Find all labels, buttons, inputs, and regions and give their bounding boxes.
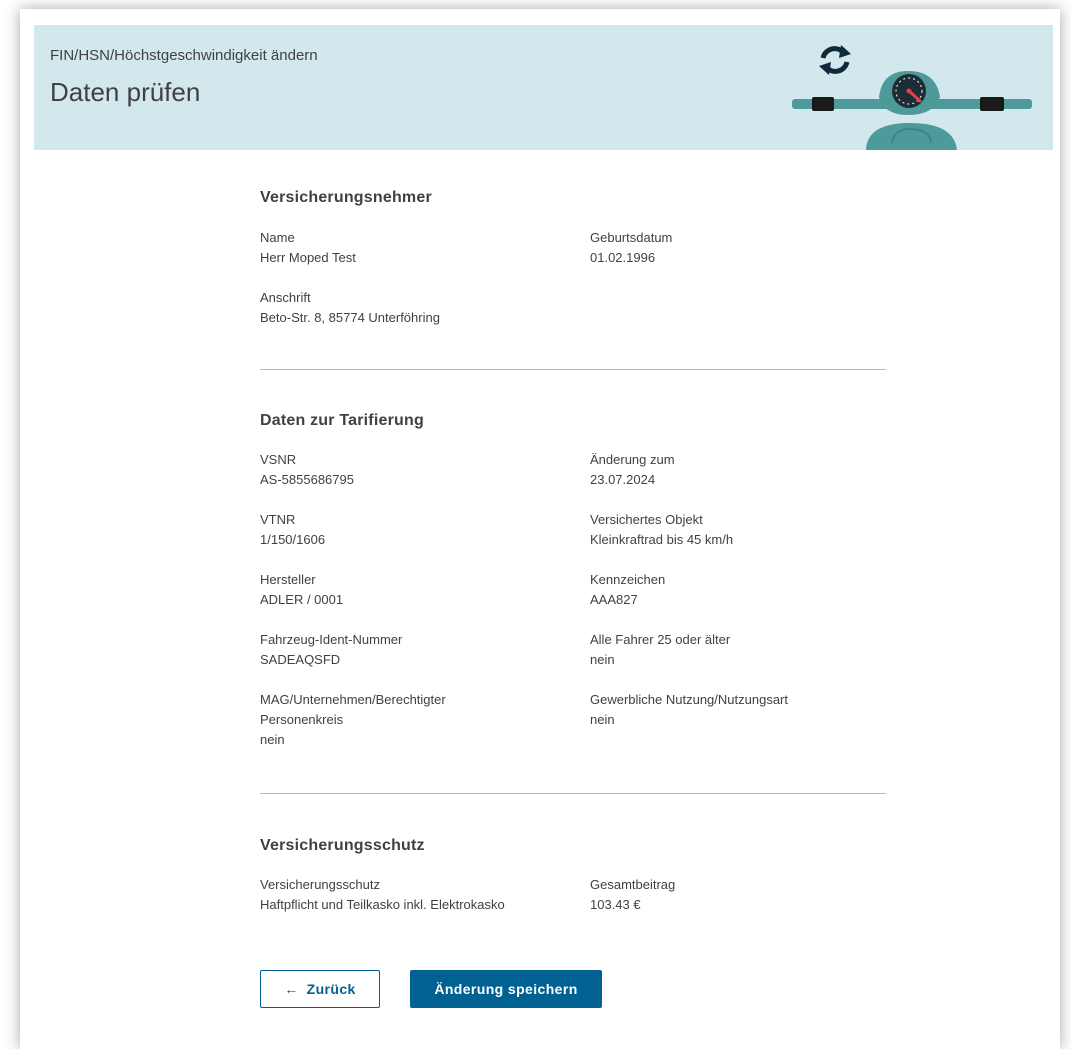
field-value: ADLER / 0001	[260, 592, 344, 607]
field-value: AAA827	[590, 592, 638, 607]
tariff-section-title: Daten zur Tarifierung	[260, 412, 424, 429]
page-card: FIN/HSN/Höchstgeschwindigkeit ändern Dat…	[20, 9, 1060, 1049]
field-vsnr: VSNR AS-5855686795	[260, 450, 560, 490]
field-value: 23.07.2024	[590, 472, 656, 487]
field-birthdate: Geburtsdatum 01.02.1996	[590, 228, 890, 268]
field-name: Name Herr Moped Test	[260, 228, 560, 268]
field-license-plate: Kennzeichen AAA827	[590, 570, 890, 610]
field-label: Geburtsdatum	[590, 230, 673, 245]
field-value: Herr Moped Test	[260, 250, 356, 265]
scooter-handlebar-icon	[792, 45, 1032, 150]
field-value: SADEAQSFD	[260, 652, 341, 667]
section-divider	[260, 369, 886, 370]
field-commercial-use: Gewerbliche Nutzung/Nutzungsart nein	[590, 690, 890, 730]
page-title: Daten prüfen	[50, 77, 201, 107]
coverage-section-title: Versicherungsschutz	[260, 837, 425, 854]
field-insured-object: Versichertes Objekt Kleinkraftrad bis 45…	[590, 510, 890, 550]
field-label: Versicherungsschutz	[260, 877, 380, 892]
field-address: Anschrift Beto-Str. 8, 85774 Unterföhrin…	[260, 288, 560, 328]
page-header: FIN/HSN/Höchstgeschwindigkeit ändern Dat…	[34, 25, 1053, 150]
back-button[interactable]: ← Zurück	[260, 970, 380, 1008]
arrow-left-icon: ←	[284, 981, 299, 997]
field-total-premium: Gesamtbeitrag 103.43 €	[590, 875, 890, 915]
field-value: 103.43 €	[590, 897, 641, 912]
field-change-date: Änderung zum 23.07.2024	[590, 450, 890, 490]
field-label: Änderung zum	[590, 452, 675, 467]
field-value: Beto-Str. 8, 85774 Unterföhring	[260, 310, 440, 325]
back-button-label: Zurück	[306, 981, 356, 997]
field-value: AS-5855686795	[260, 472, 354, 487]
field-value: 01.02.1996	[590, 250, 656, 265]
save-changes-button[interactable]: Änderung speichern	[410, 970, 602, 1008]
field-value: nein	[590, 712, 615, 727]
field-vtnr: VTNR 1/150/1606	[260, 510, 560, 550]
field-value: nein	[590, 652, 615, 667]
field-label: Personenkreis	[260, 712, 344, 727]
field-vin: Fahrzeug-Ident-Nummer SADEAQSFD	[260, 630, 560, 670]
section-divider	[260, 793, 886, 794]
field-label: Alle Fahrer 25 oder älter	[590, 632, 731, 647]
field-value: Haftpflicht und Teilkasko inkl. Elektrok…	[260, 897, 505, 912]
field-value: 1/150/1606	[260, 532, 326, 547]
field-value: Kleinkraftrad bis 45 km/h	[590, 532, 734, 547]
field-label: Versichertes Objekt	[590, 512, 703, 527]
field-label: Fahrzeug-Ident-Nummer	[260, 632, 403, 647]
save-button-label: Änderung speichern	[434, 981, 578, 997]
policyholder-section-title: Versicherungsnehmer	[260, 189, 432, 206]
field-manufacturer: Hersteller ADLER / 0001	[260, 570, 560, 610]
field-label: MAG/Unternehmen/Berechtigter	[260, 692, 446, 707]
page-subtitle: FIN/HSN/Höchstgeschwindigkeit ändern	[50, 47, 318, 64]
refresh-arrows-icon	[819, 45, 851, 75]
field-label: Anschrift	[260, 290, 311, 305]
field-drivers-age: Alle Fahrer 25 oder älter nein	[590, 630, 890, 670]
field-label: VSNR	[260, 452, 297, 467]
field-label: Gewerbliche Nutzung/Nutzungsart	[590, 692, 788, 707]
field-label: Hersteller	[260, 572, 316, 587]
field-value: nein	[260, 732, 285, 747]
field-label: Name	[260, 230, 295, 245]
field-label: Kennzeichen	[590, 572, 666, 587]
field-label: Gesamtbeitrag	[590, 877, 676, 892]
field-coverage: Versicherungsschutz Haftpflicht und Teil…	[260, 875, 560, 915]
field-mag: MAG/Unternehmen/Berechtigter Personenkre…	[260, 690, 560, 750]
field-label: VTNR	[260, 512, 296, 527]
